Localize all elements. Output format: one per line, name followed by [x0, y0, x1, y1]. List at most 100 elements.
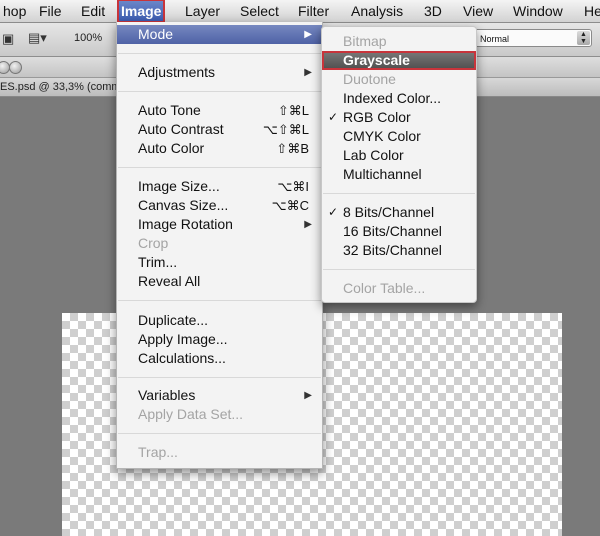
menu-item-shortcut: ⇧⌘L [277, 103, 309, 118]
menu-item-label: 32 Bits/Channel [343, 242, 442, 258]
zoom-level[interactable]: 100% [74, 32, 102, 44]
menu-divider [118, 167, 321, 168]
menu-item-crop: Crop [117, 234, 322, 253]
menubar-layer[interactable]: Layer [182, 0, 223, 22]
submenu-arrow-icon: ▶ [304, 390, 312, 401]
menu-item-label: 16 Bits/Channel [343, 223, 442, 239]
menu-item-label: Apply Image... [138, 331, 228, 347]
menu-item-auto-contrast[interactable]: Auto Contrast ⌥⇧⌘L [117, 120, 322, 139]
menu-item-label: Indexed Color... [343, 90, 442, 106]
menu-item-shortcut: ⌥⌘C [271, 198, 309, 213]
menu-item-label: Trap... [138, 444, 178, 460]
submenu-arrow-icon: ▶ [304, 219, 312, 230]
menu-item-auto-color[interactable]: Auto Color ⇧⌘B [117, 139, 322, 158]
menu-bar: hop File Edit Image Layer Select Filter … [0, 0, 600, 23]
menu-item-duplicate[interactable]: Duplicate... [117, 311, 322, 330]
menu-item-label: Image Size... [138, 178, 220, 194]
menu-item-color-table: Color Table... [322, 279, 476, 298]
menu-item-label: Multichannel [343, 166, 422, 182]
menu-item-label: Color Table... [343, 280, 426, 296]
menu-item-trap: Trap... [117, 443, 322, 462]
menu-item-apply-image[interactable]: Apply Image... [117, 330, 322, 349]
menu-item-label: Bitmap [343, 33, 387, 49]
menu-divider [118, 433, 321, 434]
blend-mode-value: Normal [480, 34, 510, 44]
menu-item-lab-color[interactable]: Lab Color [322, 146, 476, 165]
document-tab-title: ES.psd @ 33,3% (comma [0, 81, 127, 93]
menu-item-label: Apply Data Set... [138, 406, 244, 422]
menu-item-label: Duotone [343, 71, 396, 87]
menu-item-16-bits[interactable]: 16 Bits/Channel [322, 222, 476, 241]
menu-divider [118, 300, 321, 301]
menu-divider [118, 53, 321, 54]
menu-divider [118, 91, 321, 92]
menu-item-label: Auto Color [138, 140, 205, 156]
menu-item-label: Auto Tone [138, 102, 201, 118]
menu-item-label: Calculations... [138, 350, 226, 366]
menu-item-reveal-all[interactable]: Reveal All [117, 272, 322, 291]
menu-divider [118, 377, 321, 378]
menu-item-canvas-size[interactable]: Canvas Size... ⌥⌘C [117, 196, 322, 215]
menu-item-label: CMYK Color [343, 128, 421, 144]
menu-item-trim[interactable]: Trim... [117, 253, 322, 272]
menubar-edit[interactable]: Edit [78, 0, 108, 22]
menu-item-grayscale[interactable]: Grayscale [322, 51, 476, 70]
menu-item-label: Mode [138, 26, 174, 42]
screen-mode-icon[interactable]: ▤▾ [28, 30, 47, 46]
menu-item-image-size[interactable]: Image Size... ⌥⌘I [117, 177, 322, 196]
menubar-filter[interactable]: Filter [295, 0, 332, 22]
menubar-3d[interactable]: 3D [421, 0, 445, 22]
menu-item-label: Auto Contrast [138, 121, 224, 137]
menubar-help[interactable]: He [581, 0, 600, 22]
menubar-view[interactable]: View [460, 0, 496, 22]
image-menu: Mode ▶ Adjustments ▶ Auto Tone ⇧⌘L Auto … [116, 22, 323, 469]
submenu-arrow-icon: ▶ [304, 29, 312, 40]
menubar-select[interactable]: Select [237, 0, 282, 22]
menu-item-image-rotation[interactable]: Image Rotation ▶ [117, 215, 322, 234]
menu-item-label: Canvas Size... [138, 197, 229, 213]
menubar-app-photoshop[interactable]: hop [0, 0, 29, 22]
submenu-arrow-icon: ▶ [304, 67, 312, 78]
menu-item-apply-data-set: Apply Data Set... [117, 405, 322, 424]
menu-item-multichannel[interactable]: Multichannel [322, 165, 476, 184]
menu-item-adjustments[interactable]: Adjustments ▶ [117, 63, 322, 82]
menu-item-label: Reveal All [138, 273, 201, 289]
blend-mode-select[interactable]: Normal ▲ ▼ [474, 29, 592, 47]
menu-item-calculations[interactable]: Calculations... [117, 349, 322, 368]
menu-item-label: Variables [138, 387, 196, 403]
menu-item-label: Trim... [138, 254, 178, 270]
menu-item-indexed-color[interactable]: Indexed Color... [322, 89, 476, 108]
menubar-analysis[interactable]: Analysis [348, 0, 406, 22]
checkmark-icon: ✓ [328, 110, 339, 124]
menu-item-label: RGB Color [343, 109, 411, 125]
menubar-window[interactable]: Window [510, 0, 566, 22]
menu-item-label: Crop [138, 235, 169, 251]
menu-divider [323, 193, 475, 194]
menubar-image[interactable]: Image [116, 0, 166, 23]
menu-item-label: Lab Color [343, 147, 404, 163]
menu-item-auto-tone[interactable]: Auto Tone ⇧⌘L [117, 101, 322, 120]
mode-submenu: Bitmap Grayscale Duotone Indexed Color..… [321, 26, 477, 303]
menu-item-duotone: Duotone [322, 70, 476, 89]
tool-preset-icon[interactable]: ▣ [2, 31, 14, 47]
menu-item-32-bits[interactable]: 32 Bits/Channel [322, 241, 476, 260]
menu-item-label: Grayscale [343, 52, 410, 68]
menu-item-cmyk-color[interactable]: CMYK Color [322, 127, 476, 146]
menu-item-label: 8 Bits/Channel [343, 204, 435, 220]
menu-item-variables[interactable]: Variables ▶ [117, 386, 322, 405]
menu-item-8-bits[interactable]: ✓ 8 Bits/Channel [322, 203, 476, 222]
menu-item-label: Adjustments [138, 64, 216, 80]
checkmark-icon: ✓ [328, 205, 339, 219]
menu-item-label: Image Rotation [138, 216, 233, 232]
menu-item-shortcut: ⌥⇧⌘L [262, 122, 309, 137]
window-button[interactable] [9, 61, 22, 74]
menu-item-shortcut: ⇧⌘B [276, 141, 309, 156]
updown-arrow-icon: ▲ ▼ [577, 31, 590, 45]
menu-item-rgb-color[interactable]: ✓ RGB Color [322, 108, 476, 127]
menubar-file[interactable]: File [36, 0, 65, 22]
menu-item-shortcut: ⌥⌘I [277, 179, 309, 194]
menu-item-mode[interactable]: Mode ▶ [117, 25, 322, 44]
menu-item-bitmap: Bitmap [322, 32, 476, 51]
menu-item-label: Duplicate... [138, 312, 209, 328]
menu-divider [323, 269, 475, 270]
